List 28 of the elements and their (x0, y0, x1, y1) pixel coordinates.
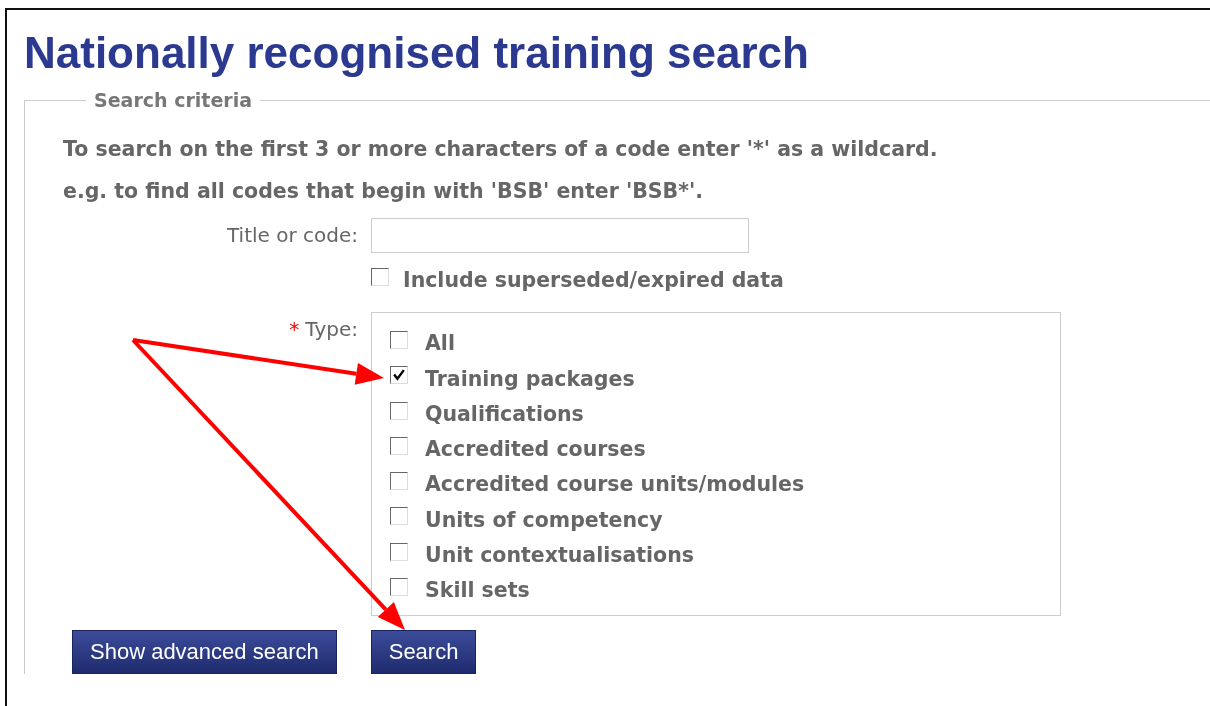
checkbox-label: Qualifications (425, 400, 584, 428)
checkbox-label: Include superseded/expired data (403, 267, 784, 294)
search-button[interactable]: Search (370, 630, 477, 675)
advanced-search-button[interactable]: Show advanced search (72, 630, 337, 675)
checkbox[interactable] (371, 267, 389, 286)
checkbox-label: Units of competency (425, 506, 663, 534)
checkbox-label: Accredited course units/modules (425, 471, 805, 499)
checkbox[interactable] (390, 507, 408, 526)
field-label: Title or code: (227, 222, 358, 249)
checkbox-label: All (425, 330, 455, 358)
checkbox-label: Training packages (425, 365, 635, 393)
checkbox-label: Accredited courses (425, 436, 646, 464)
panel-legend: Search criteria (86, 88, 260, 112)
checkbox[interactable] (390, 472, 408, 491)
title-or-code-field[interactable] (371, 218, 749, 253)
checkbox[interactable] (390, 542, 408, 561)
checkbox-label: Unit contextualisations (425, 542, 694, 570)
field-label: Type: (305, 316, 358, 344)
checkbox[interactable] (390, 578, 408, 596)
checkbox[interactable] (390, 366, 408, 385)
required-mark: * (289, 316, 300, 344)
checkbox-label: Skill sets (425, 577, 530, 605)
page-title: Nationally recognised training search (24, 28, 810, 78)
checkbox[interactable] (390, 436, 408, 455)
hint-text: e.g. to find all codes that begin with 'BSB' enter 'BSB*'. (63, 178, 704, 205)
checkbox[interactable] (390, 401, 408, 420)
hint-text: To search on the first 3 or more characters of a code enter '*' as a wildcard. (63, 136, 939, 163)
checkbox[interactable] (390, 330, 408, 349)
